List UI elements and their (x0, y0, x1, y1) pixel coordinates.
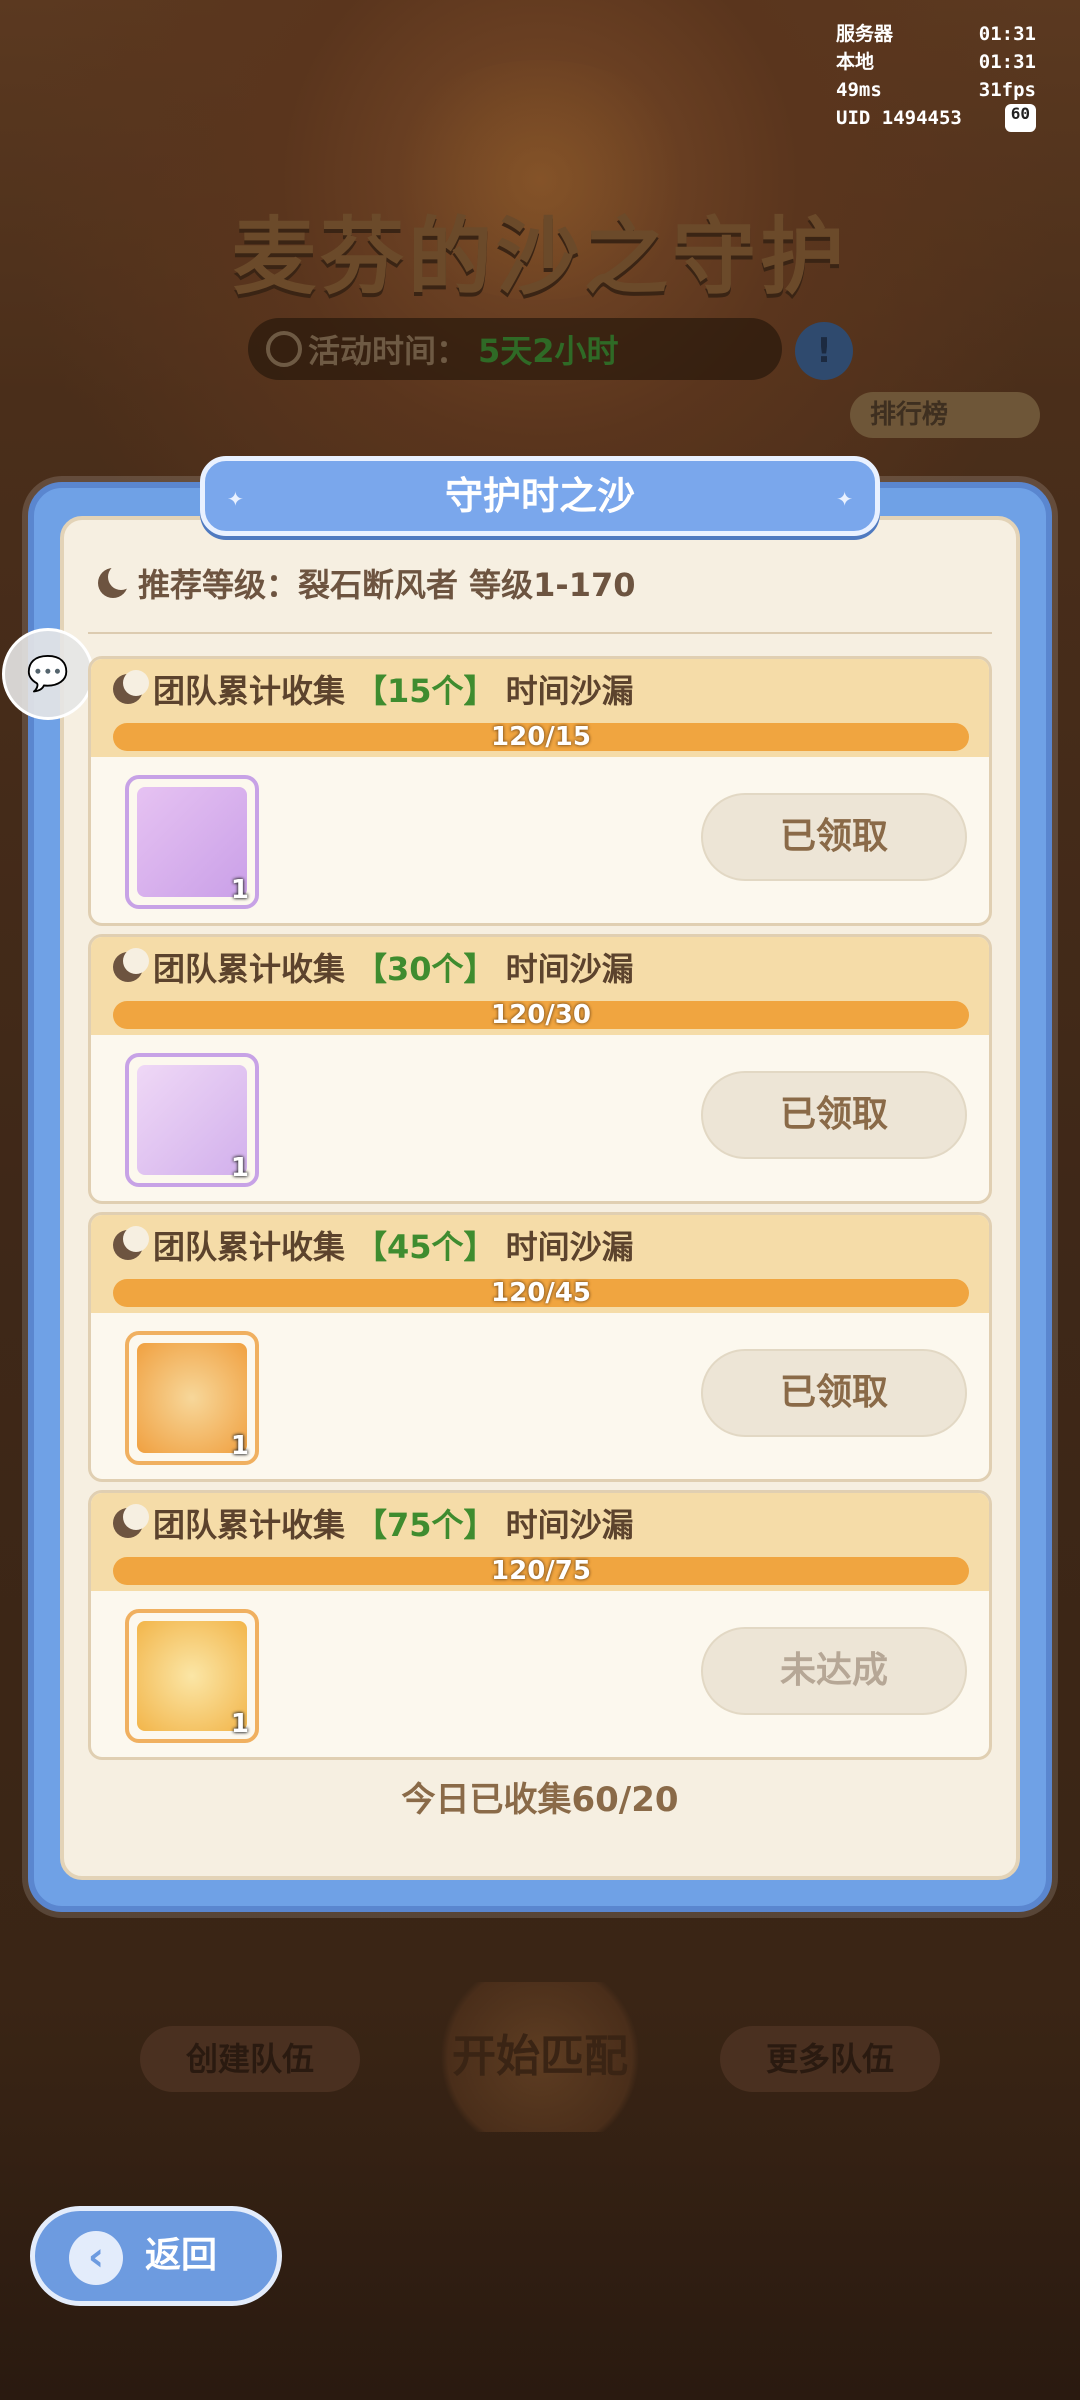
reward-card: 团队累计收集 【15个】 时间沙漏 120/15 1 已领取 (88, 656, 992, 926)
ping: 49ms (836, 79, 882, 101)
item-quantity: 1 (230, 1431, 249, 1461)
claim-button[interactable]: 已领取 (701, 793, 967, 881)
more-teams-button[interactable]: 更多队伍 (720, 2026, 940, 2092)
uid: UID 1494453 (836, 107, 962, 129)
sparkle-icon: ✦ (836, 487, 853, 511)
progress-bar: 120/45 (113, 1279, 969, 1307)
item-quantity: 1 (230, 1709, 249, 1739)
moon-icon (113, 670, 149, 704)
recommend-level: 推荐等级：裂石断风者 等级1-170 (98, 560, 636, 606)
server-label: 服务器 (836, 23, 894, 45)
claim-button[interactable]: 已领取 (701, 1349, 967, 1437)
reward-prefix: 团队累计收集 (153, 950, 346, 988)
claim-button[interactable]: 未达成 (701, 1627, 967, 1715)
reward-title: 团队累计收集 【45个】 时间沙漏 (113, 1225, 969, 1266)
back-arrow-icon: ‹ (69, 2231, 123, 2285)
reward-suffix: 时间沙漏 (505, 1228, 634, 1266)
claim-button[interactable]: 已领取 (701, 1071, 967, 1159)
reward-card: 团队累计收集 【45个】 时间沙漏 120/45 1 已领取 (88, 1212, 992, 1482)
event-time: 活动时间： 5天2小时 (248, 318, 782, 380)
reward-prefix: 团队累计收集 (153, 1506, 346, 1544)
moon-icon (113, 948, 149, 982)
reward-header: 团队累计收集 【15个】 时间沙漏 120/15 (91, 659, 989, 757)
sand-frame-icon[interactable]: 1 (125, 1609, 259, 1743)
start-match-button[interactable]: 开始匹配 (420, 1982, 660, 2132)
recommend-text: 推荐等级：裂石断风者 等级1-170 (138, 566, 636, 604)
reward-count: 【15个】 (355, 672, 496, 710)
today-collected: 今日已收集60/20 (401, 1780, 679, 1820)
leaderboard-button[interactable]: 排行榜 (850, 392, 1040, 438)
moon-icon (113, 1226, 149, 1260)
reward-count: 【30个】 (355, 950, 496, 988)
reward-header: 团队累计收集 【45个】 时间沙漏 120/45 (91, 1215, 989, 1313)
progress-bar: 120/15 (113, 723, 969, 751)
reward-prefix: 团队累计收集 (153, 1228, 346, 1266)
progress-bar: 120/30 (113, 1001, 969, 1029)
event-title: 麦芬的沙之守护 (231, 208, 848, 306)
back-button[interactable]: ‹ 返回 (30, 2206, 282, 2306)
fox-sticker-icon[interactable]: 1 (125, 1053, 259, 1187)
reward-title: 团队累计收集 【30个】 时间沙漏 (113, 947, 969, 988)
reward-title: 团队累计收集 【15个】 时间沙漏 (113, 669, 969, 710)
local-time: 01:31 (978, 51, 1036, 73)
reward-count: 【75个】 (355, 1506, 496, 1544)
reward-card: 团队累计收集 【30个】 时间沙漏 120/30 1 已领取 (88, 934, 992, 1204)
modal-title-banner: ✦ 守护时之沙 ✦ (200, 456, 880, 536)
create-team-button[interactable]: 创建队伍 (140, 2026, 360, 2092)
event-time-label: 活动时间： (308, 332, 469, 370)
back-label: 返回 (145, 2235, 218, 2276)
reward-suffix: 时间沙漏 (505, 1506, 634, 1544)
sparkle-icon: ✦ (227, 487, 244, 511)
reward-title: 团队累计收集 【75个】 时间沙漏 (113, 1503, 969, 1544)
reward-suffix: 时间沙漏 (505, 950, 634, 988)
reward-prefix: 团队累计收集 (153, 672, 346, 710)
clock-icon (266, 331, 302, 367)
chat-bubble-icon[interactable]: 💬 (2, 628, 94, 720)
reward-header: 团队累计收集 【75个】 时间沙漏 120/75 (91, 1493, 989, 1591)
reward-suffix: 时间沙漏 (505, 672, 634, 710)
fps: 31fps (978, 79, 1036, 101)
photo-card-icon[interactable]: 1 (125, 775, 259, 909)
info-icon[interactable]: ! (795, 322, 853, 380)
progress-bar: 120/75 (113, 1557, 969, 1585)
item-quantity: 1 (230, 875, 249, 905)
reward-card: 团队累计收集 【75个】 时间沙漏 120/75 1 未达成 (88, 1490, 992, 1760)
reward-header: 团队累计收集 【30个】 时间沙漏 120/30 (91, 937, 989, 1035)
server-time: 01:31 (978, 23, 1036, 45)
event-time-value: 5天2小时 (478, 332, 619, 370)
moon-icon (98, 564, 134, 598)
divider (88, 632, 992, 634)
item-quantity: 1 (230, 1153, 249, 1183)
local-label: 本地 (836, 51, 875, 73)
reward-count: 【45个】 (355, 1228, 496, 1266)
moon-icon (113, 1504, 149, 1538)
perf-overlay: 服务器 01:31 本地 01:31 49ms 31fps UID 1494453 60 (836, 20, 1036, 132)
fox-avatar-icon[interactable]: 1 (125, 1331, 259, 1465)
modal-title: 守护时之沙 (444, 474, 635, 518)
battery-indicator: 60 (1004, 104, 1036, 132)
